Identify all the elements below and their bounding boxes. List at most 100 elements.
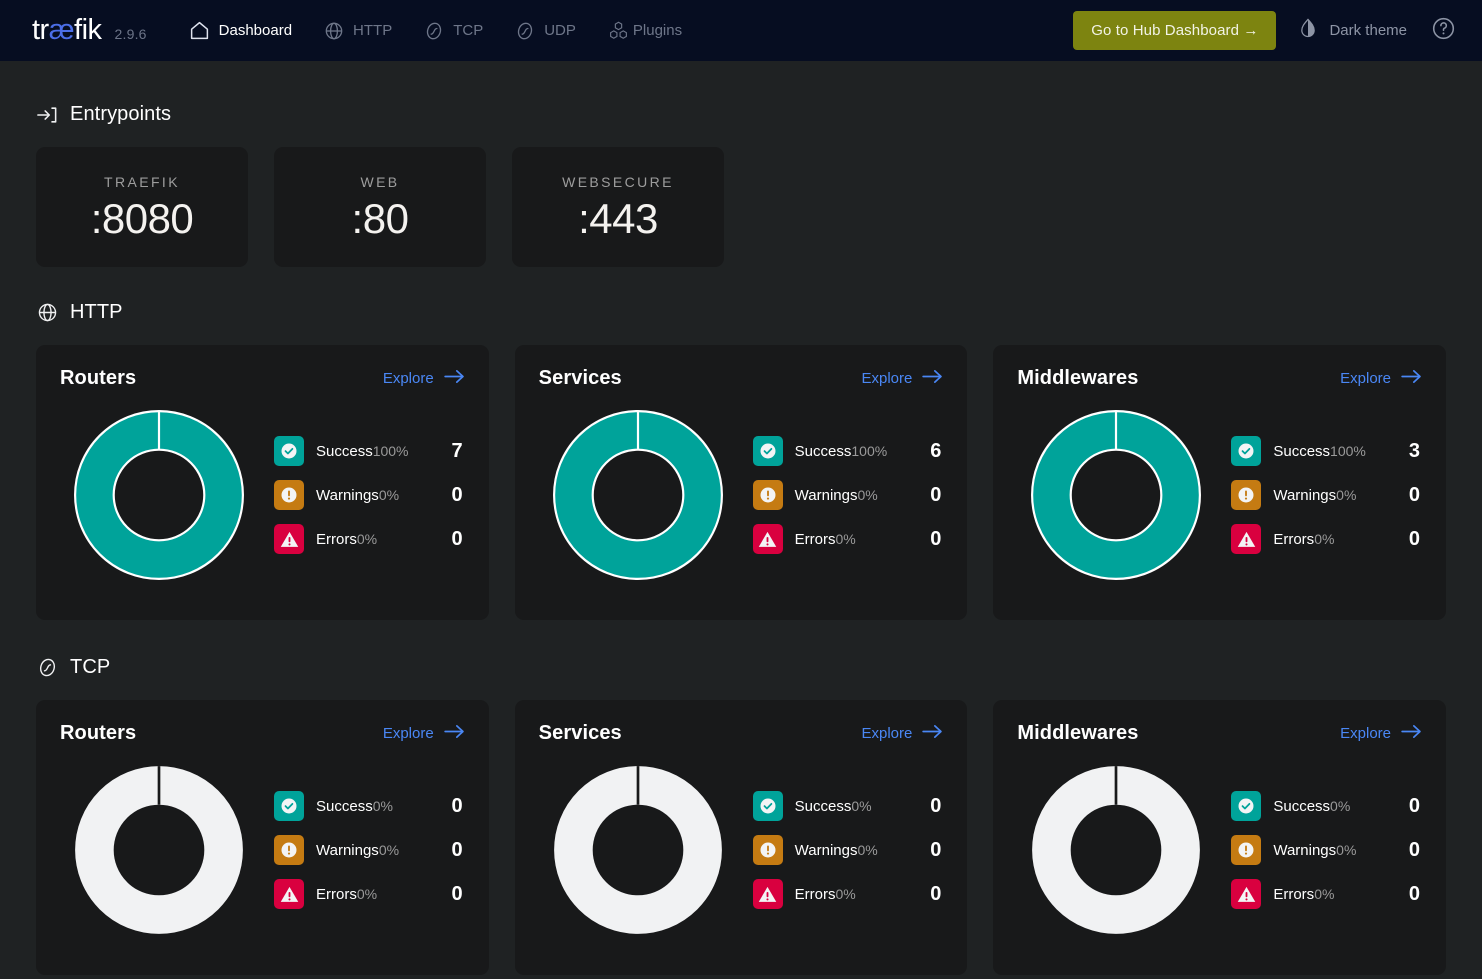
- check-circle-icon: [274, 436, 304, 466]
- donut-chart-wrapper: [1017, 396, 1215, 594]
- legend-text: Errors0%: [1273, 530, 1393, 549]
- legend-label: Warnings: [794, 486, 858, 504]
- section-title: HTTP: [70, 301, 123, 323]
- legend-label: Success: [794, 797, 852, 815]
- nav-item-dashboard[interactable]: Dashboard: [173, 0, 308, 61]
- stat-card-header: Middlewares Explore: [1017, 367, 1422, 390]
- explore-label: Explore: [861, 725, 913, 742]
- nav-label: TCP: [453, 22, 484, 39]
- stat-card-title: Middlewares: [1017, 722, 1139, 744]
- explore-link[interactable]: Explore: [1340, 369, 1422, 388]
- legend-percent: 0%: [857, 486, 878, 503]
- nav-item-http[interactable]: HTTP: [308, 0, 408, 61]
- legend-percent: 0%: [851, 797, 872, 814]
- entrypoint-card[interactable]: WEB :80: [274, 147, 486, 267]
- warning-triangle-icon: [1231, 879, 1262, 909]
- dark-theme-toggle[interactable]: Dark theme: [1276, 17, 1425, 44]
- legend-percent: 0%: [835, 885, 856, 902]
- warning-triangle-icon: [1231, 524, 1262, 554]
- stat-card-header: Routers Explore: [60, 722, 465, 745]
- stat-card-title: Services: [538, 367, 622, 389]
- tcp-icon: [36, 657, 58, 679]
- legend-value: 0: [1408, 483, 1421, 506]
- stat-card-body: Success0% 0 Warnings0% 0 Errors0% 0: [1017, 751, 1422, 949]
- stat-legend: Success100% 7 Warnings0% 0 Errors0% 0: [266, 436, 465, 554]
- entrypoint-name: TRAEFIK: [104, 174, 180, 190]
- version-label: 2.9.6: [114, 26, 147, 42]
- nav-item-plugins[interactable]: Plugins: [592, 0, 698, 61]
- legend-value: 0: [451, 882, 463, 905]
- legend-text: Warnings0%: [316, 486, 436, 505]
- legend-label: Warnings: [316, 486, 379, 504]
- entrypoint-port: :443: [578, 195, 658, 242]
- explore-link[interactable]: Explore: [383, 724, 465, 743]
- entrypoint-card[interactable]: TRAEFIK :8080: [36, 147, 248, 267]
- legend-text: Success100%: [795, 442, 915, 461]
- stat-card-header: Middlewares Explore: [1017, 722, 1422, 745]
- legend-label: Warnings: [316, 841, 379, 859]
- stat-card: Services Explore Success100% 6 Warnings0% 0 Er…: [514, 345, 968, 620]
- legend-label: Warnings: [1273, 486, 1337, 504]
- exclamation-circle-icon: [274, 480, 304, 510]
- legend-row: Success100% 6: [752, 436, 944, 466]
- stat-card-title: Services: [538, 722, 622, 744]
- donut-chart: [75, 766, 243, 934]
- logo-text-ae: æ: [48, 14, 75, 46]
- contrast-droplet-icon: [1298, 17, 1318, 44]
- legend-percent: 0%: [1330, 797, 1351, 814]
- brand[interactable]: træfik 2.9.6: [32, 16, 147, 45]
- legend-row: Warnings0% 0: [274, 835, 465, 865]
- main-nav: Dashboard HTTP TCP UDP Plugins: [173, 0, 698, 61]
- legend-text: Errors0%: [795, 530, 915, 549]
- go-to-hub-dashboard-button[interactable]: Go to Hub Dashboard →: [1073, 11, 1277, 50]
- entrypoint-name: WEBSECURE: [562, 174, 674, 190]
- nav-item-tcp[interactable]: TCP: [408, 0, 499, 61]
- stat-legend: Success0% 0 Warnings0% 0 Errors0% 0: [1223, 791, 1422, 909]
- stat-card-body: Success100% 3 Warnings0% 0 Errors0% 0: [1017, 396, 1422, 594]
- help-button[interactable]: [1425, 16, 1462, 46]
- legend-row: Errors0% 0: [752, 879, 944, 909]
- explore-label: Explore: [1340, 370, 1392, 387]
- stat-card: Routers Explore Success100% 7 Warnings0% 0 Err…: [36, 345, 489, 620]
- stat-card-header: Services Explore: [539, 722, 944, 745]
- legend-text: Warnings0%: [1273, 841, 1393, 860]
- entrypoint-name: WEB: [360, 174, 400, 190]
- legend-text: Warnings0%: [1273, 486, 1393, 505]
- legend-row: Errors0% 0: [1231, 524, 1422, 554]
- explore-link[interactable]: Explore: [861, 369, 943, 388]
- legend-row: Success100% 7: [274, 436, 465, 466]
- donut-chart-wrapper: [60, 396, 258, 594]
- legend-percent: 0%: [356, 885, 378, 902]
- donut-chart: [1031, 410, 1202, 580]
- legend-value: 0: [1408, 794, 1421, 817]
- arrow-right-icon: [443, 724, 465, 743]
- udp-icon: [515, 21, 535, 41]
- tcp-cards-row: Routers Explore Success0% 0 Warnings0% 0 Error…: [36, 700, 1447, 975]
- donut-chart-wrapper: [539, 751, 737, 949]
- entrypoint-card[interactable]: WEBSECURE :443: [512, 147, 724, 267]
- explore-link[interactable]: Explore: [1340, 724, 1422, 743]
- legend-text: Success100%: [316, 442, 436, 461]
- legend-label: Errors: [316, 885, 357, 903]
- stat-card-body: Success0% 0 Warnings0% 0 Errors0% 0: [539, 751, 944, 949]
- explore-link[interactable]: Explore: [383, 369, 465, 388]
- legend-row: Warnings0% 0: [1231, 480, 1422, 510]
- globe-icon: [36, 302, 58, 324]
- legend-label: Errors: [1273, 530, 1315, 548]
- legend-label: Success: [316, 797, 373, 815]
- traefik-logo[interactable]: træfik: [32, 16, 102, 45]
- legend-percent: 0%: [372, 797, 393, 814]
- legend-value: 0: [1408, 882, 1421, 905]
- legend-percent: 0%: [1314, 530, 1335, 547]
- legend-text: Success0%: [316, 797, 436, 816]
- explore-link[interactable]: Explore: [861, 724, 943, 743]
- logo-text-left: tr: [32, 14, 49, 46]
- legend-text: Warnings0%: [795, 841, 915, 860]
- entrypoint-port: :80: [351, 195, 409, 242]
- stat-card-body: Success100% 6 Warnings0% 0 Errors0% 0: [539, 396, 944, 594]
- donut-chart: [552, 410, 723, 580]
- nav-item-udp[interactable]: UDP: [499, 0, 592, 61]
- legend-percent: 0%: [356, 530, 378, 547]
- exclamation-circle-icon: [1231, 480, 1262, 510]
- legend-row: Errors0% 0: [752, 524, 944, 554]
